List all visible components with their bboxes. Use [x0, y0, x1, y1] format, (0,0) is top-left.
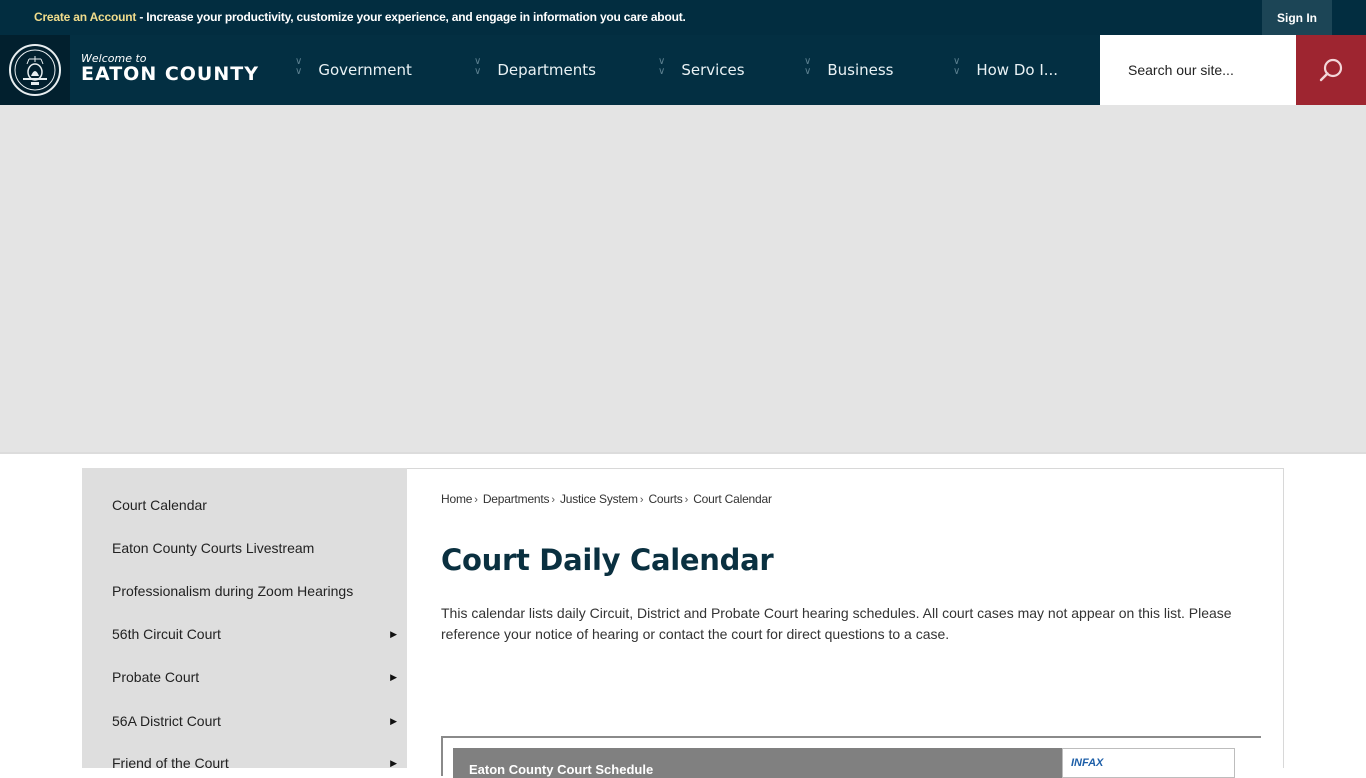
sidebar-item-label: Probate Court	[112, 669, 200, 685]
nav-label: How Do I...	[976, 61, 1059, 79]
create-account-link[interactable]: Create an Account	[34, 10, 136, 24]
search-box	[1100, 35, 1296, 105]
sidebar-item-label: Court Calendar	[112, 497, 207, 513]
intro-text: This calendar lists daily Circuit, Distr…	[441, 605, 1232, 642]
sidebar-nav: Court Calendar Eaton County Courts Lives…	[82, 468, 407, 771]
nav-services[interactable]: ∨ ∨ Services	[658, 35, 745, 105]
nav-label: Departments	[497, 61, 596, 79]
nav-departments[interactable]: ∨ ∨ Departments	[474, 35, 596, 105]
embed-header: Eaton County Court Schedule	[453, 748, 1063, 778]
breadcrumb-home[interactable]: Home	[441, 492, 472, 506]
sidebar-item-probate-court[interactable]: Probate Court ▶	[112, 667, 402, 687]
nav-government[interactable]: ∨ ∨ Government	[295, 35, 412, 105]
chevron-down-icon: ∨ ∨	[804, 56, 812, 77]
submenu-arrow-icon[interactable]: ▶	[390, 629, 397, 640]
chevron-down-icon: ∨ ∨	[474, 56, 482, 77]
search-button[interactable]	[1296, 35, 1366, 105]
breadcrumb: Home › Departments › Justice System › Court…	[441, 492, 772, 506]
breadcrumb-courts[interactable]: Courts	[648, 492, 682, 506]
nav-label: Government	[318, 61, 412, 79]
breadcrumb-separator: ›	[639, 494, 644, 506]
sidebar-item-friend-of-court[interactable]: Friend of the Court ▶	[112, 753, 402, 773]
sidebar-item-livestream[interactable]: Eaton County Courts Livestream	[112, 538, 402, 558]
vendor-logo-box: INFAX	[1062, 748, 1235, 778]
sign-in-button[interactable]: Sign In	[1262, 0, 1332, 35]
nav-how-do-i[interactable]: ∨ ∨ How Do I...	[953, 35, 1058, 105]
infax-logo: INFAX	[1071, 757, 1104, 769]
sidebar-item-label: 56th Circuit Court	[112, 626, 221, 642]
sidebar-item-court-calendar[interactable]: Court Calendar	[112, 495, 402, 515]
submenu-arrow-icon[interactable]: ▶	[390, 758, 397, 769]
embed-title: Eaton County Court Schedule	[469, 762, 654, 777]
submenu-arrow-icon[interactable]: ▶	[390, 672, 397, 683]
site-brand[interactable]: Welcome to EATON COUNTY	[81, 52, 259, 85]
brand-name: EATON COUNTY	[81, 63, 259, 85]
breadcrumb-separator: ›	[684, 494, 689, 506]
nav-label: Services	[681, 61, 745, 79]
chevron-down-icon: ∨ ∨	[658, 56, 666, 77]
search-icon	[1319, 58, 1343, 82]
breadcrumb-justice-system[interactable]: Justice System	[560, 492, 638, 506]
hero-banner	[0, 105, 1366, 454]
breadcrumb-separator: ›	[551, 494, 555, 506]
top-utility-bar: Create an Account - Increase your produc…	[0, 0, 1366, 35]
submenu-arrow-icon[interactable]: ▶	[390, 716, 397, 727]
search-input[interactable]	[1128, 59, 1288, 81]
sidebar-item-label: Eaton County Courts Livestream	[112, 540, 315, 556]
breadcrumb-separator: ›	[474, 494, 478, 506]
promo-text: - Increase your productivity, customize …	[136, 10, 686, 24]
nav-label: Business	[827, 61, 894, 79]
sidebar-item-label: Friend of the Court	[112, 755, 229, 771]
account-promo: Create an Account - Increase your produc…	[34, 10, 686, 24]
sidebar-item-circuit-court[interactable]: 56th Circuit Court ▶	[112, 624, 402, 644]
breadcrumb-current: Court Calendar	[693, 492, 772, 506]
sidebar-item-label: Professionalism during Zoom Hearings	[112, 583, 354, 599]
county-seal-logo[interactable]	[0, 35, 70, 105]
seal-icon	[9, 44, 61, 96]
chevron-down-icon: ∨ ∨	[953, 56, 961, 77]
nav-business[interactable]: ∨ ∨ Business	[804, 35, 893, 105]
page-title: Court Daily Calendar	[441, 543, 774, 577]
sidebar-item-label: 56A District Court	[112, 713, 221, 729]
chevron-down-icon: ∨ ∨	[295, 56, 303, 77]
sidebar-item-zoom-hearings[interactable]: Professionalism during Zoom Hearings	[112, 581, 402, 601]
breadcrumb-departments[interactable]: Departments	[483, 492, 550, 506]
sidebar-item-district-court[interactable]: 56A District Court ▶	[112, 711, 402, 731]
